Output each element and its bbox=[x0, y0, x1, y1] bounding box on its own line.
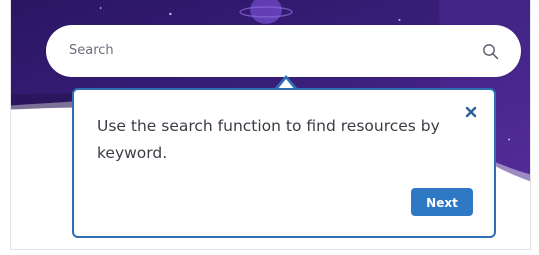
tour-popover: Use the search function to find resource… bbox=[72, 88, 496, 238]
search-bar[interactable]: Search bbox=[46, 25, 521, 77]
close-icon[interactable] bbox=[464, 105, 478, 119]
next-button[interactable]: Next bbox=[411, 188, 473, 216]
search-input[interactable]: Search bbox=[69, 25, 114, 77]
search-icon[interactable] bbox=[482, 43, 499, 60]
tour-message: Use the search function to find resource… bbox=[97, 117, 440, 162]
page-scene: Search Use the search function to find r… bbox=[10, 0, 531, 250]
